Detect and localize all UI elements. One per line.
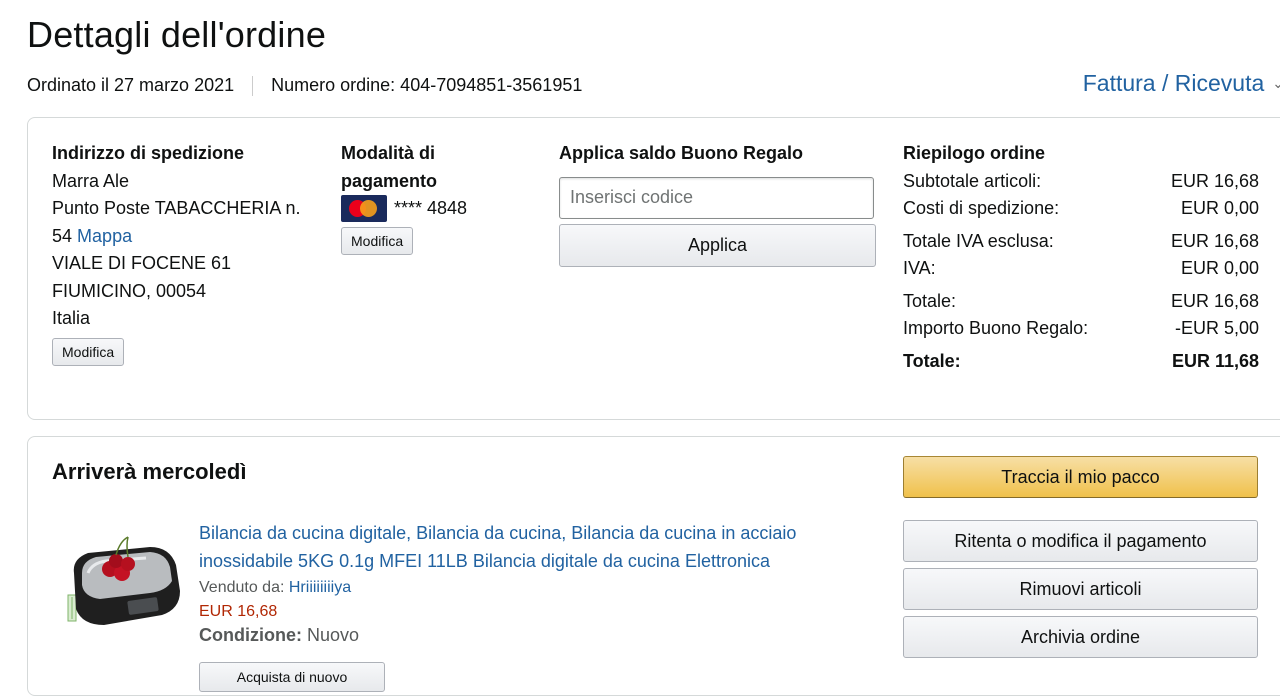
summary-label: IVA: (903, 258, 936, 278)
condition-label: Condizione: (199, 625, 302, 645)
address-line-3: VIALE DI FOCENE 61 (52, 253, 232, 273)
track-package-button[interactable]: Traccia il mio pacco (903, 456, 1258, 498)
summary-heading: Riepilogo ordine (903, 143, 1045, 163)
page-title: Dettagli dell'ordine (27, 14, 327, 55)
summary-row: Costi di spedizione: EUR 0,00 (903, 195, 1259, 223)
grand-total-row: Totale: EUR 11,68 (903, 348, 1259, 376)
summary-value: -EUR 5,00 (1174, 318, 1259, 338)
grand-total-value: EUR 11,68 (1171, 350, 1259, 371)
remove-items-button[interactable]: Rimuovi articoli (903, 568, 1258, 610)
shipment-box: Arriverà mercoledì Bilancia da cucina di… (27, 436, 1280, 696)
buy-again-button[interactable]: Acquista di nuovo (199, 662, 385, 692)
payment-method: Modalità di pagamento **** 4848 Modifica (341, 140, 521, 255)
summary-value: EUR 0,00 (1180, 198, 1259, 218)
recipient-name: Marra Ale (52, 170, 130, 191)
summary-label: Subtotale articoli: (903, 170, 1042, 191)
shipment-actions: Traccia il mio pacco Ritenta o modifica … (903, 456, 1259, 664)
shipping-address: Indirizzo di spedizione Marra Ale Punto … (52, 140, 322, 366)
address-line-2: 54 Mappa (52, 223, 322, 251)
apply-gift-button[interactable]: Applica (559, 223, 876, 267)
summary-row: Importo Buono Regalo: -EUR 5,00 (903, 315, 1259, 343)
address-line-2-text: 54 (52, 225, 73, 246)
order-number: Numero ordine: 404-7094851-3561951 (271, 75, 583, 95)
gift-heading: Applica saldo Buono Regalo (559, 143, 804, 163)
chevron-down-icon: ⌄ (1272, 75, 1280, 91)
summary-row: IVA: EUR 0,00 (903, 255, 1259, 283)
archive-order-button[interactable]: Archivia ordine (903, 616, 1258, 658)
condition-value: Nuovo (307, 625, 360, 645)
edit-address-button[interactable]: Modifica (52, 337, 125, 366)
product-image[interactable] (66, 529, 182, 639)
invoice-link[interactable]: Fattura / Ricevuta ⌄ (1083, 70, 1280, 97)
order-date: Ordinato il 27 marzo 2021 (27, 75, 235, 95)
summary-row: Subtotale articoli: EUR 16,68 (903, 168, 1259, 196)
order-summary-box: Indirizzo di spedizione Marra Ale Punto … (27, 117, 1280, 420)
map-link[interactable]: Mappa (77, 226, 132, 246)
seller-link[interactable]: Hriiiiiiiiya (289, 579, 351, 596)
divider (252, 75, 254, 96)
payment-heading: Modalità di pagamento (341, 143, 438, 191)
delivery-status: Arriverà mercoledì (52, 459, 247, 484)
product-info: Bilancia da cucina digitale, Bilancia da… (199, 520, 859, 692)
grand-total-label: Totale: (903, 350, 961, 371)
address-line-5: Italia (52, 308, 91, 328)
gift-card-section: Applica saldo Buono Regalo Applica (559, 140, 876, 267)
edit-payment-button[interactable]: Modifica (341, 226, 414, 255)
summary-label: Costi di spedizione: (903, 198, 1060, 218)
retry-payment-button[interactable]: Ritenta o modifica il pagamento (903, 520, 1258, 562)
order-meta: Ordinato il 27 marzo 2021 Numero ordine:… (27, 75, 582, 96)
address-line-4: FIUMICINO, 00054 (52, 280, 207, 301)
summary-row: Totale: EUR 16,68 (903, 288, 1259, 316)
gift-code-input[interactable] (559, 176, 874, 219)
shipping-heading: Indirizzo di spedizione (52, 143, 245, 163)
product-title-link[interactable]: Bilancia da cucina digitale, Bilancia da… (199, 523, 796, 571)
mastercard-icon (341, 195, 387, 223)
product-condition: Condizione: Nuovo (199, 625, 859, 646)
summary-value: EUR 16,68 (1170, 290, 1259, 311)
summary-label: Importo Buono Regalo: (903, 318, 1089, 338)
summary-value: EUR 16,68 (1170, 170, 1259, 191)
invoice-link-label: Fattura / Ricevuta (1082, 70, 1265, 96)
payment-card-row: **** 4848 (341, 195, 521, 223)
address-line-1: Punto Poste TABACCHERIA n. (52, 198, 301, 218)
sold-by: Venduto da: Hriiiiiiiiya (199, 579, 859, 597)
order-summary: Riepilogo ordine Subtotale articoli: EUR… (903, 140, 1259, 375)
summary-value: EUR 0,00 (1180, 258, 1259, 278)
sold-by-label: Venduto da: (199, 579, 285, 596)
product-price: EUR 16,68 (199, 603, 278, 620)
summary-row: Totale IVA esclusa: EUR 16,68 (903, 228, 1259, 256)
card-number: **** 4848 (394, 198, 468, 218)
summary-value: EUR 16,68 (1170, 230, 1259, 251)
summary-label: Totale IVA esclusa: (903, 230, 1054, 251)
summary-label: Totale: (903, 290, 957, 311)
